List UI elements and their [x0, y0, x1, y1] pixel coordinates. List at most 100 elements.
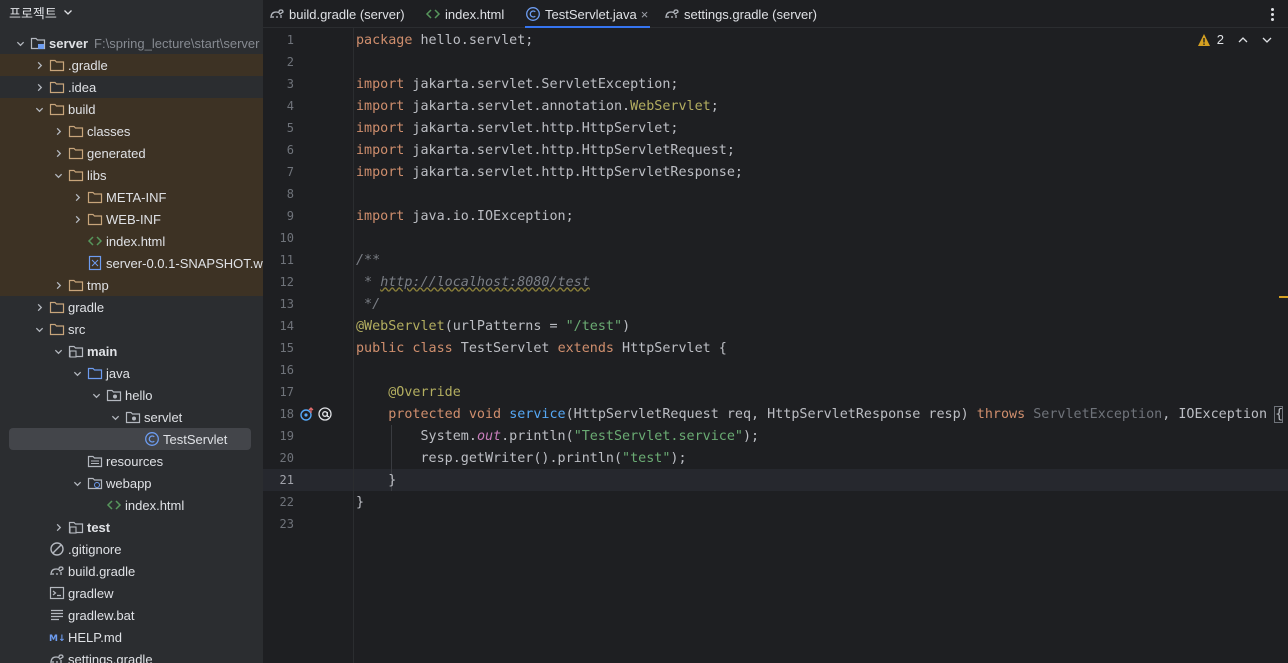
tab-settings-gradle[interactable]: settings.gradle (server) — [664, 0, 817, 28]
warning-count: 2 — [1216, 32, 1224, 47]
code-line[interactable]: 22} — [263, 491, 1288, 513]
tree-item-gradle[interactable]: gradle — [0, 296, 263, 318]
chevron-down-icon[interactable] — [88, 387, 104, 403]
tree-item-help-md[interactable]: M↓ HELP.md — [0, 626, 263, 648]
at-sign-icon[interactable] — [317, 406, 333, 422]
code-line[interactable]: 8 — [263, 183, 1288, 205]
tab-build-gradle[interactable]: build.gradle (server) — [269, 0, 405, 28]
tree-item-src[interactable]: src — [0, 318, 263, 340]
line-number: 23 — [279, 517, 294, 531]
tree-item-server-0-0-1-snapshot-war[interactable]: server-0.0.1-SNAPSHOT.war — [0, 252, 263, 274]
tree-item-label: build — [68, 101, 96, 117]
tree-item-classes[interactable]: classes — [0, 120, 263, 142]
tree-item-gitignore[interactable]: .gitignore — [0, 538, 263, 560]
code-line[interactable]: 3 import jakarta.servlet.ServletException… — [263, 73, 1288, 95]
tree-item-webapp[interactable]: webapp — [0, 472, 263, 494]
chevron-down-icon[interactable] — [50, 343, 66, 359]
code-line[interactable]: 6 import jakarta.servlet.http.HttpServlet… — [263, 139, 1288, 161]
chevron-right-icon[interactable] — [69, 211, 85, 227]
code-text: import jakarta.servlet.http.HttpServletR… — [356, 165, 743, 180]
chevron-down-icon[interactable] — [69, 365, 85, 381]
chevron-down-icon[interactable] — [31, 101, 47, 117]
chevron-down-icon[interactable] — [31, 321, 47, 337]
close-tab-icon[interactable]: × — [641, 7, 649, 22]
tab-label: settings.gradle (server) — [684, 6, 817, 22]
code-editor[interactable]: 1 package hello.servlet; 2 3 import jakarta.… — [263, 28, 1288, 663]
code-line[interactable]: 20 resp.getWriter().println("test"); — [263, 447, 1288, 469]
tree-item-java[interactable]: java — [0, 362, 263, 384]
tree-item-resources[interactable]: resources — [0, 450, 263, 472]
tree-item-idea[interactable]: .idea — [0, 76, 263, 98]
code-line[interactable]: 18 protected void service(HttpServletReq… — [263, 403, 1288, 425]
chevron-down-icon[interactable] — [1260, 33, 1274, 47]
code-line[interactable]: 11 /** — [263, 249, 1288, 271]
code-line[interactable]: 1 package hello.servlet; — [263, 29, 1288, 51]
folder-icon — [68, 277, 84, 293]
tree-item-hello[interactable]: hello — [0, 384, 263, 406]
tree-item-testservlet[interactable]: TestServlet — [0, 428, 263, 450]
chevron-right-icon[interactable] — [31, 299, 47, 315]
code-line[interactable]: 16 — [263, 359, 1288, 381]
code-line[interactable]: 2 — [263, 51, 1288, 73]
code-line[interactable]: 4 import jakarta.servlet.annotation.WebSe… — [263, 95, 1288, 117]
tree-item-tmp[interactable]: tmp — [0, 274, 263, 296]
code-line[interactable]: 9 import java.io.IOException; — [263, 205, 1288, 227]
chevron-right-icon[interactable] — [31, 79, 47, 95]
code-line[interactable]: 19 System.out.println("TestServlet.servi… — [263, 425, 1288, 447]
code-line[interactable]: 7 import jakarta.servlet.http.HttpServlet… — [263, 161, 1288, 183]
chevron-down-icon[interactable] — [107, 409, 123, 425]
code-token: jakarta.servlet.http.HttpServletRequest; — [404, 142, 735, 158]
chevron-right-icon[interactable] — [50, 145, 66, 161]
tree-item-gradlew-bat[interactable]: gradlew.bat — [0, 604, 263, 626]
tree-item-main[interactable]: main — [0, 340, 263, 362]
line-number: 10 — [279, 231, 294, 245]
code-line[interactable]: 23 — [263, 513, 1288, 535]
chevron-right-icon[interactable] — [69, 189, 85, 205]
tree-item-settings-gradle[interactable]: settings.gradle — [0, 648, 263, 663]
code-line[interactable]: 13 */ — [263, 293, 1288, 315]
tab-testservlet-java[interactable]: TestServlet.java × — [525, 0, 651, 28]
tree-item-server[interactable]: server F:\spring_lecture\start\server — [0, 32, 263, 54]
tree-item-label: HELP.md — [68, 629, 122, 645]
folder-icon — [68, 145, 84, 161]
code-line[interactable]: 21 } — [263, 469, 1288, 491]
warning-scroll-marker[interactable] — [1279, 296, 1288, 298]
chevron-right-icon[interactable] — [50, 123, 66, 139]
code-line[interactable]: 17 @Override — [263, 381, 1288, 403]
code-line[interactable]: 14 @WebServlet(urlPatterns = "/test") — [263, 315, 1288, 337]
tree-item-build[interactable]: build — [0, 98, 263, 120]
url-link[interactable]: http://localhost:8080/test — [380, 275, 590, 290]
code-text: import jakarta.servlet.annotation.WebSer… — [356, 99, 719, 114]
package-icon — [125, 409, 141, 425]
project-view-header[interactable]: 프로젝트 — [0, 0, 263, 24]
code-line[interactable]: 10 — [263, 227, 1288, 249]
tree-item-meta-inf[interactable]: META-INF — [0, 186, 263, 208]
tree-item-index-html[interactable]: index.html — [0, 230, 263, 252]
inspection-widget[interactable]: 2 — [1197, 32, 1274, 47]
tree-item-index-html[interactable]: index.html — [0, 494, 263, 516]
chevron-down-icon[interactable] — [69, 475, 85, 491]
tree-item-libs[interactable]: libs — [0, 164, 263, 186]
more-tabs-icon[interactable] — [1264, 4, 1280, 24]
tree-item-servlet[interactable]: servlet — [0, 406, 263, 428]
chevron-down-icon[interactable] — [63, 7, 73, 17]
override-method-icon[interactable] — [299, 406, 315, 422]
code-token: ); — [670, 450, 687, 466]
tree-item-test[interactable]: test — [0, 516, 263, 538]
tree-item-build-gradle[interactable]: build.gradle — [0, 560, 263, 582]
chevron-up-icon[interactable] — [1236, 33, 1250, 47]
code-line[interactable]: 12 * http://localhost:8080/test — [263, 271, 1288, 293]
tree-item-gradle[interactable]: .gradle — [0, 54, 263, 76]
chevron-right-icon[interactable] — [50, 277, 66, 293]
tab-index-html[interactable]: index.html — [425, 0, 504, 28]
tree-item-generated[interactable]: generated — [0, 142, 263, 164]
tree-item-web-inf[interactable]: WEB-INF — [0, 208, 263, 230]
chevron-down-icon[interactable] — [12, 35, 28, 51]
code-line[interactable]: 15 public class TestServlet extends HttpS… — [263, 337, 1288, 359]
code-line[interactable]: 5 import jakarta.servlet.http.HttpServlet… — [263, 117, 1288, 139]
chevron-right-icon[interactable] — [31, 57, 47, 73]
chevron-down-icon[interactable] — [50, 167, 66, 183]
chevron-right-icon[interactable] — [50, 519, 66, 535]
tree-item-gradlew[interactable]: gradlew — [0, 582, 263, 604]
